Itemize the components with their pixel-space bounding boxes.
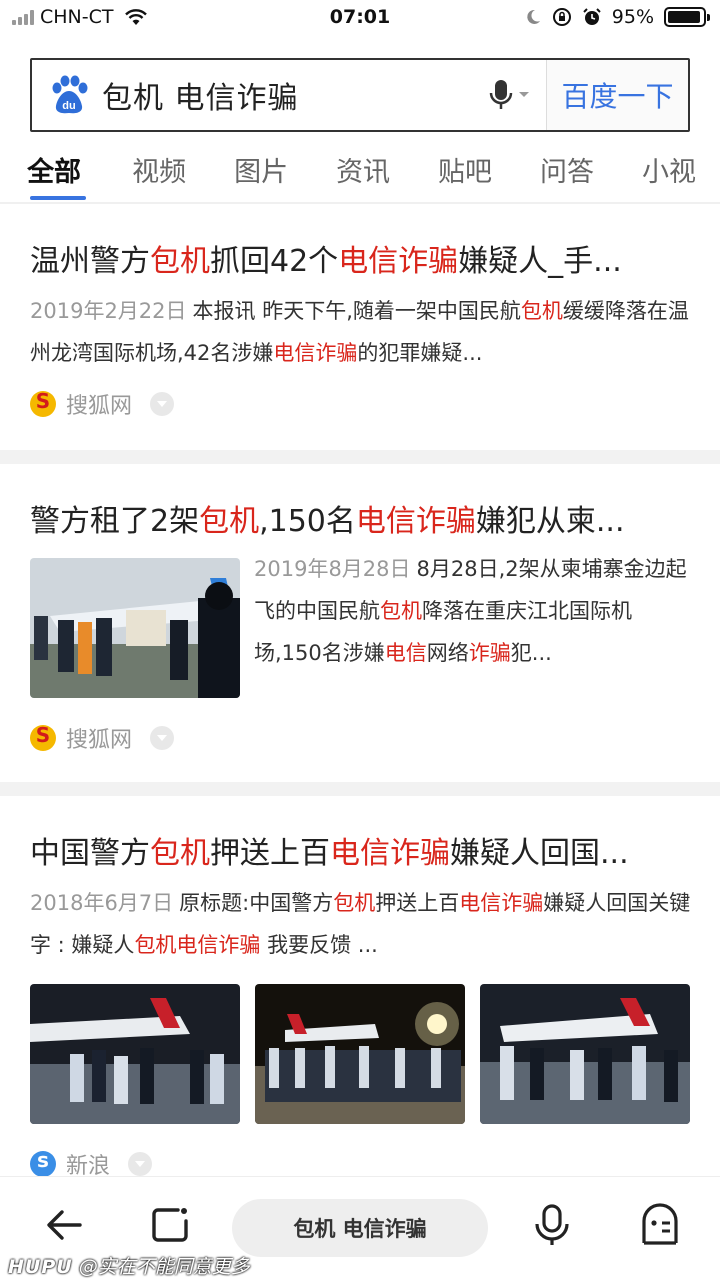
microphone-icon[interactable] — [526, 1199, 578, 1251]
tab-short-video[interactable]: 小视 — [618, 140, 720, 202]
voice-search-button[interactable] — [488, 78, 530, 112]
alarm-icon — [583, 8, 601, 25]
result-title[interactable]: 温州警方包机抓回42个电信诈骗嫌疑人_手... — [30, 236, 690, 280]
result-card[interactable]: 中国警方包机押送上百电信诈骗嫌疑人回国... 2018年6月7日 原标题:中国警方… — [0, 796, 720, 1179]
tab-all[interactable]: 全部 — [0, 140, 108, 202]
result-snippet: 2019年2月22日 本报讯 昨天下午,随着一架中国民航包机缓缓降落在温州龙湾国际… — [30, 299, 689, 365]
result-thumbnail[interactable] — [30, 984, 240, 1124]
svg-text:du: du — [62, 100, 75, 112]
search-bar: du 包机 电信诈骗 百度一下 — [30, 58, 690, 132]
search-input[interactable]: 包机 电信诈骗 — [102, 73, 488, 117]
more-options-icon[interactable] — [150, 726, 175, 750]
result-snippet: 2018年6月7日 原标题:中国警方包机押送上百电信诈骗嫌疑人回国关键字 : 嫌疑… — [30, 891, 691, 957]
sohu-logo-icon — [30, 391, 56, 417]
tab-tieba[interactable]: 贴吧 — [414, 140, 516, 202]
night-airport-photo-image — [255, 984, 465, 1124]
result-date: 2018年6月7日 — [30, 891, 174, 915]
result-thumbnail[interactable] — [30, 558, 240, 698]
more-options-icon[interactable] — [128, 1152, 153, 1176]
result-date: 2019年2月22日 — [30, 299, 187, 323]
chevron-down-icon — [519, 92, 529, 97]
more-options-icon[interactable] — [150, 392, 175, 416]
battery-percent: 95% — [611, 6, 654, 28]
result-divider — [0, 450, 720, 464]
result-source[interactable]: 搜狐网 — [30, 722, 175, 754]
status-left: CHN-CT — [12, 6, 148, 28]
hupu-watermark: HUPU @实在不能同意更多 — [8, 1256, 250, 1278]
carrier: CHN-CT — [40, 6, 114, 28]
tab-images[interactable]: 图片 — [210, 140, 312, 202]
rotation-lock-icon — [552, 8, 571, 26]
assistant-face-icon[interactable] — [634, 1199, 686, 1251]
tab-video[interactable]: 视频 — [108, 140, 210, 202]
result-card[interactable]: 温州警方包机抓回42个电信诈骗嫌疑人_手... 2019年2月22日 本报讯 昨天… — [0, 206, 720, 450]
result-card[interactable]: 警方租了2架包机,150名电信诈骗嫌犯从柬... 2019年8月28日 8月28日… — [0, 464, 720, 782]
status-right: 95% — [524, 6, 710, 28]
status-bar: CHN-CT 07:01 95% — [0, 0, 720, 38]
microphone-icon — [489, 80, 513, 109]
result-source[interactable]: 搜狐网 — [30, 388, 175, 420]
airport-photo-image — [30, 558, 240, 698]
night-airport-photo-image — [30, 984, 240, 1124]
night-airport-photo-image — [480, 984, 690, 1124]
tab-news[interactable]: 资讯 — [312, 140, 414, 202]
source-name: 搜狐网 — [66, 394, 133, 419]
result-title[interactable]: 警方租了2架包机,150名电信诈骗嫌犯从柬... — [30, 496, 690, 540]
tab-qa[interactable]: 问答 — [516, 140, 618, 202]
baidu-paw-icon: du — [52, 75, 88, 114]
battery-icon — [664, 7, 710, 27]
multi-window-icon[interactable] — [144, 1199, 196, 1251]
wifi-icon — [124, 9, 147, 25]
moon-icon — [527, 9, 540, 24]
result-date: 2019年8月28日 — [254, 557, 411, 581]
result-thumbnail[interactable] — [255, 984, 465, 1124]
source-name: 搜狐网 — [66, 728, 133, 753]
result-thumbnail[interactable] — [480, 984, 690, 1124]
result-divider — [0, 782, 720, 796]
result-title[interactable]: 中国警方包机押送上百电信诈骗嫌疑人回国... — [30, 828, 690, 872]
signal-icon — [12, 9, 34, 25]
bottom-search-query[interactable]: 包机 电信诈骗 — [232, 1199, 488, 1257]
sohu-logo-icon — [30, 725, 56, 751]
sina-logo-icon — [30, 1151, 56, 1177]
back-arrow-icon[interactable] — [38, 1199, 90, 1251]
result-snippet: 2019年8月28日 8月28日,2架从柬埔寨金边起飞的中国民航包机降落在重庆江北… — [254, 557, 687, 665]
search-tabs: 全部 视频 图片 资讯 贴吧 问答 小视 — [0, 140, 720, 204]
search-button[interactable]: 百度一下 — [546, 60, 688, 130]
